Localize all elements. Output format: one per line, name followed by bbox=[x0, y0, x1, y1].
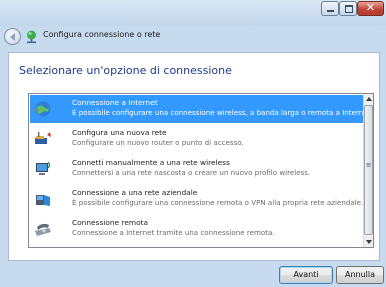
vertical-scrollbar[interactable] bbox=[363, 94, 373, 247]
option-description: Configurare un nuovo router o punto di a… bbox=[72, 138, 244, 147]
button-bar: Avanti Annulla bbox=[0, 261, 386, 287]
title-bar[interactable]: ✕ bbox=[0, 0, 386, 26]
option-title: Connessione remota bbox=[72, 218, 149, 227]
workplace-network-icon bbox=[36, 195, 50, 206]
navigation-bar: Configura connessione o rete bbox=[0, 26, 386, 48]
globe-network-icon bbox=[33, 101, 51, 117]
next-button[interactable]: Avanti bbox=[279, 266, 333, 284]
option-internet[interactable]: Connessione a Internet È possibile confi… bbox=[30, 95, 373, 123]
router-icon bbox=[35, 132, 51, 144]
option-description: È possibile configurare una connessione … bbox=[72, 108, 373, 117]
page-heading: Selezionare un'opzione di connessione bbox=[19, 64, 232, 77]
option-title: Connessione a una rete aziendale bbox=[72, 188, 198, 197]
option-description: È possibile configurare una connessione … bbox=[72, 198, 364, 207]
wireless-computer-icon bbox=[36, 161, 51, 175]
close-button[interactable]: ✕ bbox=[357, 1, 384, 16]
option-description: Connettersi a una rete nascosta o creare… bbox=[72, 168, 311, 177]
scroll-down-arrow-icon[interactable] bbox=[364, 237, 373, 247]
option-title: Connetti manualmente a una rete wireless bbox=[72, 158, 230, 167]
content-panel: Selezionare un'opzione di connessione Co… bbox=[8, 52, 380, 261]
scroll-up-arrow-icon[interactable] bbox=[364, 94, 373, 104]
option-dialup[interactable]: Connessione remota Connessione a Interne… bbox=[30, 215, 364, 243]
back-button[interactable] bbox=[4, 28, 21, 45]
network-globe-icon bbox=[27, 30, 36, 44]
maximize-button[interactable] bbox=[339, 1, 357, 16]
option-title: Connessione a Internet bbox=[72, 98, 158, 107]
scrollbar-thumb[interactable] bbox=[364, 105, 373, 235]
option-title: Configura una nuova rete bbox=[72, 128, 167, 137]
window-title: Configura connessione o rete bbox=[43, 30, 161, 39]
option-workplace[interactable]: Connessione a una rete aziendale È possi… bbox=[30, 185, 364, 213]
connection-options-list[interactable]: Connessione a Internet È possibile confi… bbox=[28, 93, 374, 248]
option-new-network[interactable]: Configura una nuova rete Configurare un … bbox=[30, 125, 364, 153]
dialup-phone-icon bbox=[35, 223, 51, 236]
cancel-button[interactable]: Annulla bbox=[336, 266, 384, 284]
minimize-button[interactable] bbox=[321, 1, 339, 16]
dialog-window: ✕ Configura connessione o rete Seleziona… bbox=[0, 0, 386, 287]
option-description: Connessione a Internet tramite una conne… bbox=[72, 228, 275, 237]
option-manual-wireless[interactable]: Connetti manualmente a una rete wireless… bbox=[30, 155, 364, 183]
close-icon: ✕ bbox=[365, 1, 376, 14]
